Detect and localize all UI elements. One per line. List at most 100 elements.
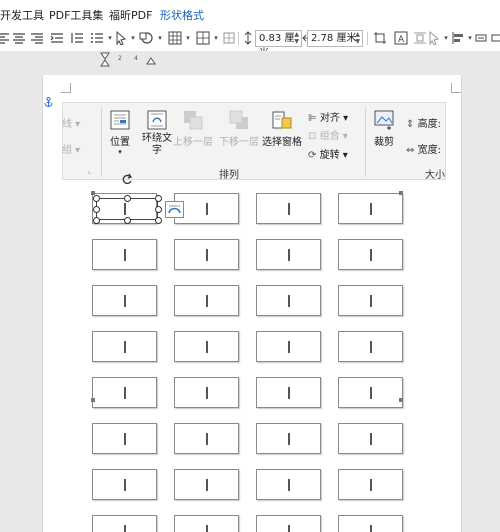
address-label-cell[interactable] xyxy=(338,423,403,454)
group-label-size: 大小 xyxy=(425,170,445,181)
address-label-cell[interactable] xyxy=(256,331,321,362)
table-anchor-dot xyxy=(91,398,95,402)
resize-handle[interactable] xyxy=(92,205,100,213)
resize-handle[interactable] xyxy=(154,194,162,202)
wrap-text-button[interactable]: 环绕文字 xyxy=(141,109,173,157)
chevron-down-icon[interactable]: ▾ xyxy=(209,31,223,45)
resize-handle[interactable] xyxy=(154,205,162,213)
group-button[interactable]: ⊡ 组合 ▾ xyxy=(308,127,348,142)
ruler-mark: 4 xyxy=(134,55,138,62)
address-label-cell[interactable] xyxy=(256,377,321,408)
cell-icon[interactable] xyxy=(222,31,236,45)
address-label-cell[interactable] xyxy=(338,239,403,270)
resize-handle[interactable] xyxy=(92,194,100,202)
address-label-cell[interactable] xyxy=(92,239,157,270)
address-label-cell[interactable] xyxy=(174,515,239,532)
address-label-cell[interactable] xyxy=(338,515,403,532)
address-label-cell[interactable] xyxy=(174,331,239,362)
address-label-cell[interactable] xyxy=(256,285,321,316)
address-label-cell[interactable] xyxy=(174,377,239,408)
indent-icon[interactable] xyxy=(50,31,64,45)
address-label-cell[interactable] xyxy=(338,193,403,224)
menu-shape-format[interactable]: 形状格式 xyxy=(160,7,204,23)
height-setting[interactable]: ⇕ 高度: xyxy=(406,115,441,130)
format-toolbar: ▾ ▾ ▾ ▾ ▾ 0.83 厘米▲▼ 2.78 厘米▲▼ A ▾ ▾ xyxy=(0,26,500,59)
menu-foxit-pdf[interactable]: 福昕PDF xyxy=(109,7,152,23)
selection-pane-button[interactable]: 选择窗格 xyxy=(262,109,302,148)
address-label-cell[interactable] xyxy=(256,239,321,270)
resize-handle[interactable] xyxy=(123,194,131,202)
address-label-cell[interactable] xyxy=(92,377,157,408)
group-label: 组合 xyxy=(319,131,340,142)
menu-pdf-toolset[interactable]: PDF工具集 xyxy=(49,7,103,23)
group-objects-icon: ⊡ xyxy=(308,131,317,142)
address-label-cell[interactable] xyxy=(338,285,403,316)
distribute-icon[interactable] xyxy=(474,31,488,45)
address-label-cell[interactable] xyxy=(92,515,157,532)
more-icon[interactable] xyxy=(490,31,500,45)
send-backward-label: 下移一层 xyxy=(219,137,259,148)
bring-forward-button[interactable]: 上移一层 xyxy=(173,109,213,148)
dialog-launcher-icon[interactable]: ⌞ xyxy=(88,167,91,175)
address-label-cell[interactable] xyxy=(256,515,321,532)
resize-handle[interactable] xyxy=(154,216,162,224)
shape-fill-icon[interactable] xyxy=(139,31,153,45)
menu-developer-tools[interactable]: 开发工具 xyxy=(0,7,44,23)
page-corner-mark xyxy=(451,83,461,93)
width-icon: ⇔ xyxy=(406,145,415,156)
address-label-cell[interactable] xyxy=(338,377,403,408)
position-label: 位置 xyxy=(110,137,130,148)
ribbon-fragment-group: 组 ▾ xyxy=(62,145,81,156)
resize-handle[interactable] xyxy=(123,216,131,224)
crop-button[interactable]: 裁剪 xyxy=(373,109,395,148)
tab-stop-marker-icon[interactable] xyxy=(146,57,156,65)
shape-width-field[interactable]: 2.78 厘米 ▲ ▼ xyxy=(307,30,363,47)
chevron-down-icon[interactable]: ▾ xyxy=(153,31,167,45)
crop-icon[interactable] xyxy=(373,31,387,45)
address-label-cell[interactable] xyxy=(92,331,157,362)
address-label-cell[interactable] xyxy=(174,239,239,270)
chevron-down-icon: ▾ xyxy=(118,148,122,156)
address-label-cell[interactable] xyxy=(92,469,157,500)
address-label-cell[interactable] xyxy=(174,469,239,500)
resize-handle[interactable] xyxy=(92,216,100,224)
address-label-cell[interactable] xyxy=(174,423,239,454)
send-backward-button[interactable]: 下移一层 xyxy=(219,109,259,148)
address-label-cell[interactable] xyxy=(256,193,321,224)
rotate-button[interactable]: ⟳ 旋转 ▾ xyxy=(308,146,348,161)
text-box-icon[interactable]: A xyxy=(394,31,408,45)
rotate-handle-icon[interactable] xyxy=(121,173,133,185)
list-icon[interactable] xyxy=(90,31,104,45)
align-right-icon[interactable] xyxy=(30,31,44,45)
wrap-icon[interactable] xyxy=(413,31,427,45)
chevron-down-icon[interactable]: ▾ xyxy=(181,31,195,45)
spinner-icon[interactable]: ▲ ▼ xyxy=(294,31,299,45)
border-icon[interactable] xyxy=(196,31,210,45)
position-button[interactable]: 位置 ▾ xyxy=(109,109,131,156)
shape-height-field[interactable]: 0.83 厘米▲▼ xyxy=(255,30,302,59)
align-left-icon[interactable] xyxy=(0,31,10,45)
address-label-cell[interactable] xyxy=(92,423,157,454)
height-label: 高度: xyxy=(417,119,441,130)
address-label-cell[interactable] xyxy=(338,331,403,362)
align-button[interactable]: ⊫ 对齐 ▾ xyxy=(308,109,348,124)
bring-forward-label: 上移一层 xyxy=(173,137,213,148)
chevron-down-icon[interactable]: ▾ xyxy=(126,31,140,45)
address-label-cell[interactable] xyxy=(92,285,157,316)
width-setting[interactable]: ⇔ 宽度: xyxy=(406,141,441,156)
address-label-cell[interactable] xyxy=(256,423,321,454)
address-label-cell[interactable] xyxy=(256,469,321,500)
align-label: 对齐 xyxy=(319,113,340,124)
align-center-icon[interactable] xyxy=(12,31,26,45)
line-spacing-icon[interactable] xyxy=(70,31,84,45)
address-label-cell[interactable] xyxy=(338,469,403,500)
indent-marker-icon[interactable] xyxy=(100,52,110,67)
spinner-icon[interactable]: ▲ ▼ xyxy=(355,31,360,45)
table-icon[interactable] xyxy=(168,31,182,45)
layout-options-button[interactable] xyxy=(165,201,184,218)
height-icon xyxy=(241,31,255,45)
rotate-icon: ⟳ xyxy=(308,150,317,161)
ribbon-separator xyxy=(365,107,366,177)
shape-width-value: 2.78 厘米 xyxy=(311,33,357,44)
address-label-cell[interactable] xyxy=(174,285,239,316)
